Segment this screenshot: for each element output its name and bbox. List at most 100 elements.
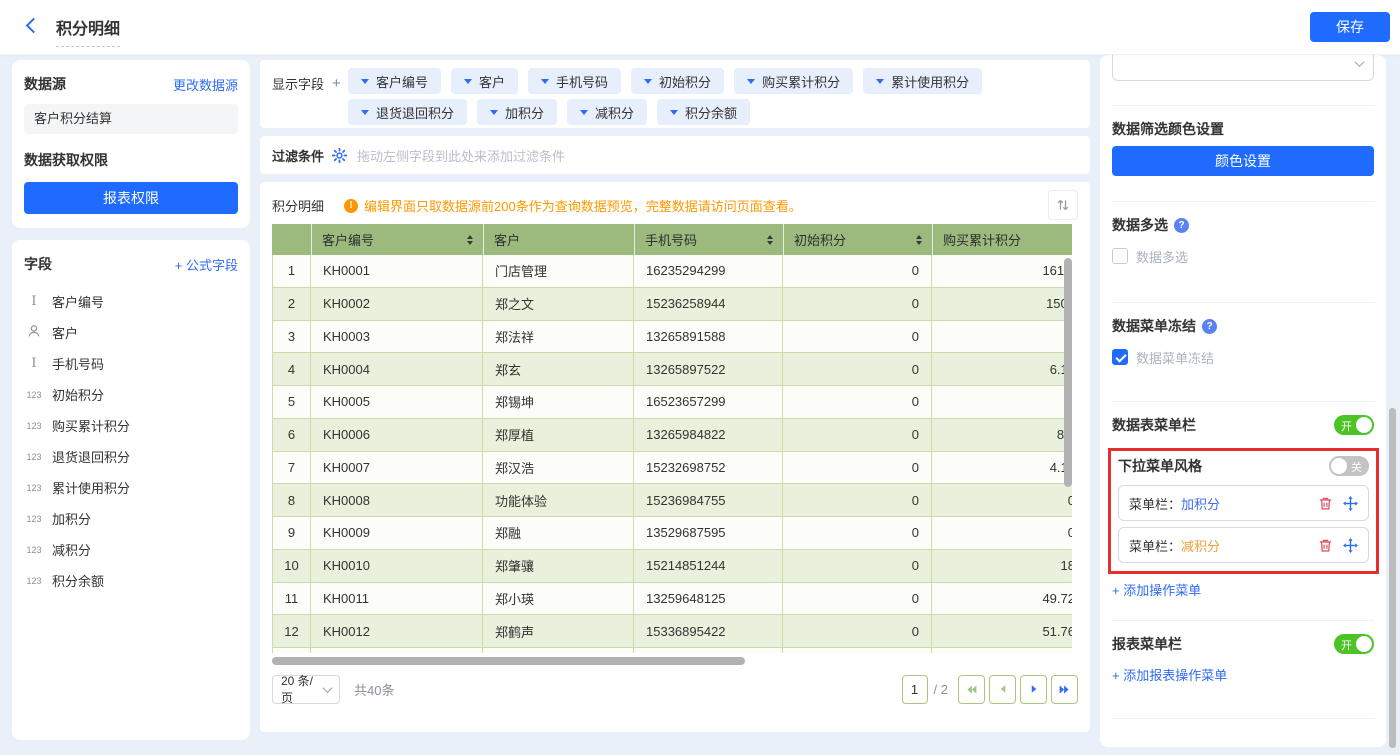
toggle-knob [1356, 417, 1372, 433]
table-row: 6 KH0006 郑厚植 13265984822 0 8.3 [272, 419, 1072, 452]
move-icon[interactable] [1343, 496, 1358, 511]
page-title: 积分明细 [56, 15, 120, 47]
trash-icon[interactable] [1318, 538, 1333, 553]
field-item[interactable]: I 123 客户编号 [24, 286, 238, 317]
freeze-checkbox[interactable] [1112, 349, 1128, 365]
report-menu-toggle[interactable]: 开 [1334, 634, 1374, 654]
warning-icon [344, 199, 358, 213]
person-icon [24, 324, 44, 341]
field-chip[interactable]: 减积分 [567, 99, 647, 125]
gear-icon[interactable] [332, 148, 347, 163]
column-header[interactable]: 购买累计积分 [932, 224, 1072, 255]
field-item[interactable]: I 123 积分余额 [24, 565, 238, 596]
display-fields-label: 显示字段 [272, 74, 324, 93]
settings-select[interactable] [1112, 55, 1374, 81]
column-header[interactable]: 客户编号 [311, 224, 483, 255]
formula-field-link[interactable]: + 公式字段 [175, 255, 238, 274]
field-chip[interactable]: 退货退回积分 [348, 99, 467, 125]
field-chip[interactable]: 购买累计积分 [734, 68, 853, 94]
field-item[interactable]: I 123 加积分 [24, 503, 238, 534]
field-item[interactable]: I 123 手机号码 [24, 348, 238, 379]
chevron-down-icon [580, 110, 588, 119]
column-header[interactable]: 初始积分 [783, 224, 932, 255]
menu-bar-item[interactable]: 菜单栏： 减积分 [1118, 527, 1369, 563]
field-chip[interactable]: 加积分 [477, 99, 557, 125]
chevron-down-icon [361, 79, 369, 88]
add-display-field-button[interactable]: + [332, 75, 341, 92]
topbar: 积分明细 保存 [0, 0, 1400, 55]
chevron-down-icon [464, 79, 472, 88]
table-row: 10 KH0010 郑肇骧 15214851244 0 18 [272, 550, 1072, 583]
table-viewport: 客户编号 客户 手机号码 初始积分 购买累计积分 [272, 224, 1072, 653]
datasource-title: 数据源 [24, 74, 66, 94]
dropdown-style-toggle[interactable]: 关 [1329, 456, 1369, 476]
field-chip[interactable]: 积分余额 [657, 99, 750, 125]
field-list: I 123 客户编号 I 123 客户 I [24, 286, 238, 596]
last-page-button[interactable] [1051, 675, 1078, 704]
chevron-down-icon [670, 110, 678, 119]
sort-order-button[interactable] [1048, 190, 1078, 220]
add-action-menu-link[interactable]: + 添加操作菜单 [1112, 580, 1374, 598]
field-item[interactable]: I 123 减积分 [24, 534, 238, 565]
red-annotation-box: 下拉菜单风格 关 菜单栏： 加积分 [1108, 448, 1379, 574]
next-page-button[interactable] [1020, 675, 1047, 704]
field-chip[interactable]: 手机号码 [528, 68, 621, 94]
preview-notice: 编辑界面只取数据源前200条作为查询数据预览，完整数据请访问页面查看。 [344, 196, 802, 215]
field-chip[interactable]: 初始积分 [631, 68, 724, 94]
back-icon[interactable] [26, 18, 42, 34]
page-total: / 2 [934, 682, 948, 697]
divider [1112, 105, 1374, 106]
table-row: 9 KH0009 郑融 13529687595 0 0 [272, 517, 1072, 550]
field-item[interactable]: I 123 初始积分 [24, 379, 238, 410]
fields-title: 字段 [24, 254, 52, 274]
multiselect-checkbox-label: 数据多选 [1136, 247, 1188, 266]
chevron-down-icon [323, 683, 333, 693]
window-scrollbar[interactable] [1389, 408, 1396, 748]
number-type-icon: 123 [24, 514, 44, 524]
trash-icon[interactable] [1318, 496, 1333, 511]
change-datasource-link[interactable]: 更改数据源 [173, 75, 238, 94]
sort-carets-icon [916, 235, 922, 245]
table-panel: 积分明细 编辑界面只取数据源前200条作为查询数据预览，完整数据请访问页面查看。 [260, 182, 1090, 732]
field-chip[interactable]: 客户编号 [348, 68, 441, 94]
filter-bar[interactable]: 过滤条件 拖动左侧字段到此处来添加过滤条件 [260, 136, 1090, 174]
color-settings-button[interactable]: 颜色设置 [1112, 146, 1374, 176]
filter-dropzone-placeholder: 拖动左侧字段到此处来添加过滤条件 [357, 146, 565, 165]
sort-carets-icon [767, 235, 773, 245]
help-icon[interactable] [1202, 319, 1217, 334]
move-icon[interactable] [1343, 538, 1358, 553]
freeze-title: 数据菜单冻结 [1112, 316, 1196, 336]
divider [1112, 201, 1374, 202]
report-permission-button[interactable]: 报表权限 [24, 182, 238, 214]
field-item[interactable]: I 123 客户 [24, 317, 238, 348]
fields-panel: 字段 + 公式字段 I 123 客户编号 I 123 客户 [12, 240, 250, 740]
table-row: 2 KH0002 郑之文 15236258944 0 1500 [272, 288, 1072, 321]
page-number-input[interactable]: 1 [902, 675, 928, 704]
help-icon[interactable] [1174, 218, 1189, 233]
save-button[interactable]: 保存 [1310, 12, 1390, 42]
add-report-menu-link[interactable]: + 添加报表操作菜单 [1112, 665, 1374, 683]
table-vertical-scrollbar[interactable] [1064, 258, 1072, 487]
toggle-knob [1331, 458, 1347, 474]
page-size-select[interactable]: 20 条/页 [272, 675, 340, 704]
field-chip[interactable]: 客户 [451, 68, 518, 94]
prev-page-button[interactable] [989, 675, 1016, 704]
divider [1112, 302, 1374, 303]
column-header[interactable]: 客户 [483, 224, 634, 255]
menu-bar-item[interactable]: 菜单栏： 加积分 [1118, 485, 1369, 521]
text-type-icon: I [24, 356, 44, 371]
field-item[interactable]: I 123 购买累计积分 [24, 410, 238, 441]
table-horizontal-scrollbar[interactable] [272, 657, 745, 665]
menu-action-label: 加积分 [1181, 494, 1220, 513]
column-header[interactable]: 手机号码 [634, 224, 783, 255]
field-item[interactable]: I 123 退货退回积分 [24, 441, 238, 472]
field-chip[interactable]: 累计使用积分 [863, 68, 982, 94]
multiselect-checkbox[interactable] [1112, 248, 1128, 264]
column-header[interactable] [272, 224, 311, 255]
field-item[interactable]: I 123 累计使用积分 [24, 472, 238, 503]
table-row: 5 KH0005 郑锡坤 16523657299 0 0 [272, 386, 1072, 419]
menu-item-list: 菜单栏： 加积分 [1118, 485, 1369, 563]
first-page-button[interactable] [958, 675, 985, 704]
table-menu-toggle[interactable]: 开 [1334, 415, 1374, 435]
table-row: 3 KH0003 郑法祥 13265891588 0 0 [272, 321, 1072, 354]
